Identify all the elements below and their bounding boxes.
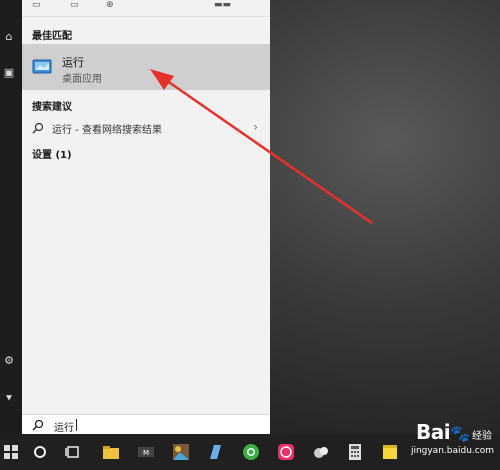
photos-icon[interactable] xyxy=(172,443,190,461)
file-explorer-icon[interactable] xyxy=(102,443,120,461)
paw-icon: 🐾 xyxy=(450,424,470,443)
watermark-suffix: 经验 xyxy=(472,431,492,442)
calculator-icon[interactable] xyxy=(346,443,364,461)
arrow-head xyxy=(150,69,174,90)
media-player-icon[interactable]: M xyxy=(137,443,155,461)
cortana-icon[interactable] xyxy=(31,443,49,461)
sticky-notes-icon[interactable] xyxy=(381,443,399,461)
annotation-arrow xyxy=(150,69,373,225)
task-view-icon[interactable] xyxy=(64,443,82,461)
svg-text:M: M xyxy=(143,449,149,457)
watermark-url: jingyan.baidu.com xyxy=(410,446,494,456)
arrow-line xyxy=(159,74,373,225)
notepad-icon[interactable] xyxy=(206,443,224,461)
baidu-watermark: Bai🐾 经验 xyxy=(416,420,492,444)
watermark-brand: Bai xyxy=(415,420,451,444)
browser-icon[interactable] xyxy=(242,443,260,461)
start-icon[interactable] xyxy=(2,443,20,461)
game-icon[interactable] xyxy=(277,443,295,461)
weather-icon[interactable] xyxy=(312,443,330,461)
